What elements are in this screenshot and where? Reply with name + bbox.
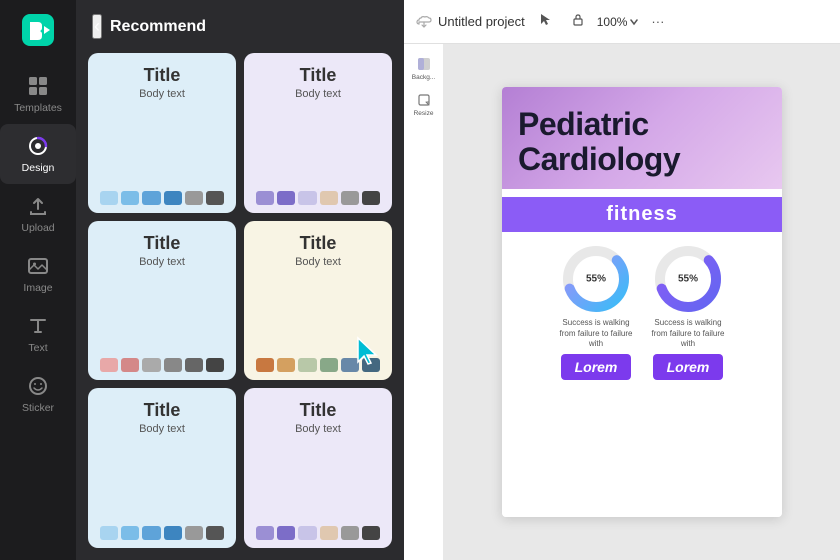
resize-icon (416, 92, 432, 108)
sidebar-item-sticker-label: Sticker (22, 402, 54, 414)
back-button[interactable]: ‹ (92, 14, 102, 39)
canvas-topbar: Untitled project 100% ··· (404, 0, 840, 44)
more-options-btn[interactable]: ··· (645, 10, 670, 33)
card-1-swatches (100, 191, 224, 205)
panel-title: Recommend (110, 18, 206, 36)
canvas-content: Pediatric Cardiology fitness (444, 44, 840, 560)
sidebar-item-text[interactable]: Text (0, 304, 76, 364)
template-card-3[interactable]: Title Body text (88, 221, 236, 381)
slide-main-title: Pediatric Cardiology (518, 107, 766, 177)
card-6-body: Body text (295, 423, 341, 435)
design-icon (26, 134, 50, 158)
sidebar-item-upload-label: Upload (21, 222, 54, 234)
chart-1: 55% Success is walking from failure to f… (556, 244, 636, 379)
charts-row: 55% Success is walking from failure to f… (514, 244, 770, 379)
sticker-icon (26, 374, 50, 398)
card-5-swatches (100, 526, 224, 540)
sidebar-item-image-label: Image (23, 282, 52, 294)
card-2-swatches (256, 191, 380, 205)
slide-body: 55% Success is walking from failure to f… (502, 232, 782, 517)
cloud-icon (416, 14, 432, 30)
card-2-title: Title (300, 65, 337, 86)
canvas-controls: 100% ··· (533, 9, 671, 34)
background-label: Backg... (412, 74, 435, 81)
card-6-title: Title (300, 400, 337, 421)
canvas-tools-sidebar: Backg... Resize (404, 44, 444, 560)
sidebar-item-design-label: Design (22, 162, 55, 174)
template-card-6[interactable]: Title Body text (244, 388, 392, 548)
templates-grid: Title Body text Title Body text (76, 53, 404, 560)
donut-chart-1: 55% (561, 244, 631, 314)
card-1-title: Title (144, 65, 181, 86)
chart-1-desc: Success is walking from failure to failu… (556, 318, 636, 349)
panel-header: ‹ Recommend (76, 0, 404, 53)
upload-icon (26, 194, 50, 218)
chevron-down-icon (629, 17, 639, 27)
template-card-5[interactable]: Title Body text (88, 388, 236, 548)
background-icon (416, 56, 432, 72)
slide-preview: Pediatric Cardiology fitness (502, 87, 782, 517)
chart-2: 55% Success is walking from failure to f… (648, 244, 728, 379)
select-tool-btn[interactable] (533, 9, 559, 34)
sidebar-item-templates[interactable]: Templates (0, 64, 76, 124)
canvas-panel: Untitled project 100% ··· (404, 0, 840, 560)
image-icon (26, 254, 50, 278)
card-3-title: Title (144, 233, 181, 254)
card-4-body: Body text (295, 256, 341, 268)
slide-title-line2: Cardiology (518, 142, 766, 177)
resize-tool-btn[interactable]: Resize (408, 88, 440, 120)
template-card-4[interactable]: Title Body text (244, 221, 392, 381)
lock-btn[interactable] (565, 9, 591, 34)
sidebar-item-templates-label: Templates (14, 102, 62, 114)
lorem-btn-2: Lorem (653, 354, 724, 380)
card-1-body: Body text (139, 88, 185, 100)
card-3-body: Body text (139, 256, 185, 268)
chart-1-label: 55% (586, 274, 606, 285)
sidebar-item-image[interactable]: Image (0, 244, 76, 304)
card-5-title: Title (144, 400, 181, 421)
recommend-panel: ‹ Recommend Title Body text Title Body t… (76, 0, 404, 560)
template-icon (26, 74, 50, 98)
card-4-title: Title (300, 233, 337, 254)
card-5-body: Body text (139, 423, 185, 435)
sidebar-item-upload[interactable]: Upload (0, 184, 76, 244)
donut-chart-2: 55% (653, 244, 723, 314)
slide-banner: fitness (502, 197, 782, 232)
slide-header: Pediatric Cardiology (502, 87, 782, 189)
background-tool-btn[interactable]: Backg... (408, 52, 440, 84)
zoom-control[interactable]: 100% (597, 15, 640, 29)
slide-title-line1: Pediatric (518, 107, 766, 142)
zoom-level: 100% (597, 15, 628, 29)
sidebar-item-text-label: Text (28, 342, 47, 354)
template-card-2[interactable]: Title Body text (244, 53, 392, 213)
text-icon (26, 314, 50, 338)
chart-2-label: 55% (678, 274, 698, 285)
card-6-swatches (256, 526, 380, 540)
sidebar-item-design[interactable]: Design (0, 124, 76, 184)
app-logo (20, 12, 56, 48)
card-3-swatches (100, 358, 224, 372)
sidebar-item-sticker[interactable]: Sticker (0, 364, 76, 424)
project-title: Untitled project (438, 14, 525, 29)
chart-2-desc: Success is walking from failure to failu… (648, 318, 728, 349)
lorem-btn-1: Lorem (561, 354, 632, 380)
card-4-swatches (256, 358, 380, 372)
template-card-1[interactable]: Title Body text (88, 53, 236, 213)
card-2-body: Body text (295, 88, 341, 100)
canvas-workspace: Backg... Resize Pediatric Cardiology (404, 44, 840, 560)
sidebar: Templates Design Upload (0, 0, 76, 560)
resize-label: Resize (414, 110, 434, 117)
